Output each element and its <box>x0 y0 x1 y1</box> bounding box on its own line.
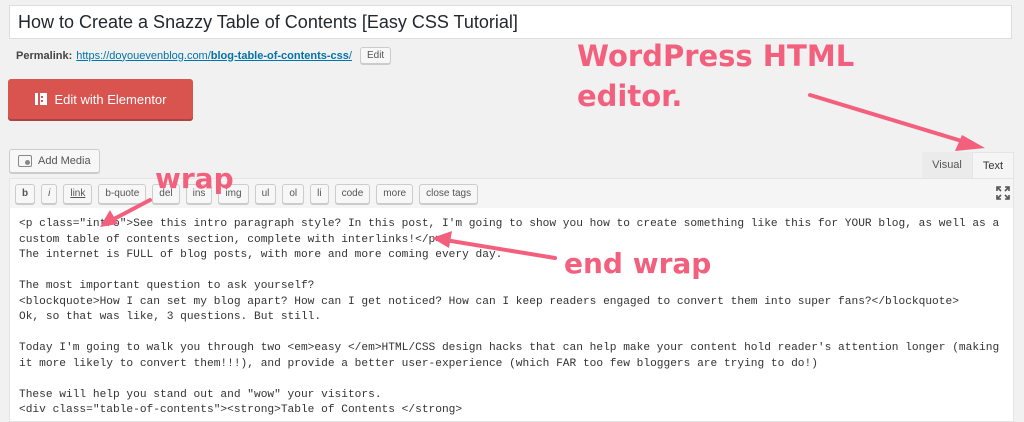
qt-close-tags-button[interactable]: close tags <box>419 183 479 204</box>
qt-italic-button[interactable]: i <box>41 183 58 204</box>
qt-bold-button[interactable]: b <box>15 183 36 204</box>
permalink-label: Permalink: <box>16 49 73 62</box>
editor-line: it more likely to convert them!!!), and … <box>19 357 818 370</box>
permalink-base: https://doyouevenblog.com/ <box>76 49 211 62</box>
edit-with-elementor-button[interactable]: Edit with Elementor <box>8 79 193 119</box>
editor-line: custom table of contents section, comple… <box>19 233 442 246</box>
annotation-wp-line1: WordPress HTML <box>577 39 855 73</box>
annotation-wordpress-html-editor: WordPress HTML editor. <box>577 36 854 116</box>
permalink-trail: / <box>348 49 352 62</box>
qt-code-button[interactable]: code <box>334 183 371 204</box>
editor-line: The most important question to ask yours… <box>19 280 315 292</box>
qt-li-button[interactable]: li <box>310 183 329 204</box>
qt-more-button[interactable]: more <box>376 183 414 204</box>
annotation-wp-line2: editor. <box>577 79 683 113</box>
editor-line: The internet is FULL of blog posts, with… <box>19 249 503 261</box>
elementor-button-label: Edit with Elementor <box>54 91 167 107</box>
arrowhead-text-tab <box>955 135 985 151</box>
editor-line: <blockquote>How I can set my blog apart?… <box>19 295 959 308</box>
permalink-edit-button[interactable]: Edit <box>359 47 392 64</box>
qt-link-button[interactable]: link <box>63 183 93 204</box>
permalink-link[interactable]: https://doyouevenblog.com/blog-table-of-… <box>76 50 352 62</box>
permalink-slug: blog-table-of-contents-css <box>210 49 349 62</box>
qt-blockquote-button[interactable]: b-quote <box>98 183 147 204</box>
qt-ol-button[interactable]: ol <box>282 183 305 204</box>
add-media-button[interactable]: Add Media <box>9 149 100 173</box>
html-editor-textarea[interactable]: <p class="intro">See this intro paragrap… <box>9 208 1014 422</box>
add-media-label: Add Media <box>38 155 91 167</box>
tab-text[interactable]: Text <box>972 152 1014 178</box>
fullscreen-icon[interactable] <box>996 186 1010 200</box>
qt-ul-button[interactable]: ul <box>254 183 277 204</box>
editor-line: <div class="table-of-contents"><strong>T… <box>19 404 463 416</box>
editor-line: Ok, so that was like, 3 questions. But s… <box>19 311 322 323</box>
editor-line: These will help you stand out and "wow" … <box>19 388 382 401</box>
tab-visual[interactable]: Visual <box>922 152 972 178</box>
post-title-input[interactable]: How to Create a Snazzy Table of Contents… <box>9 5 1012 39</box>
elementor-icon <box>34 93 47 105</box>
annotation-end-wrap: end wrap <box>564 247 712 280</box>
annotation-wrap: wrap <box>155 162 234 195</box>
add-media-icon <box>18 155 32 167</box>
editor-line: <p class="intro">See this intro paragrap… <box>19 218 1000 230</box>
editor-line: Today I'm going to walk you through two … <box>19 342 1000 354</box>
permalink-row: Permalink: https://doyouevenblog.com/blo… <box>16 47 392 64</box>
